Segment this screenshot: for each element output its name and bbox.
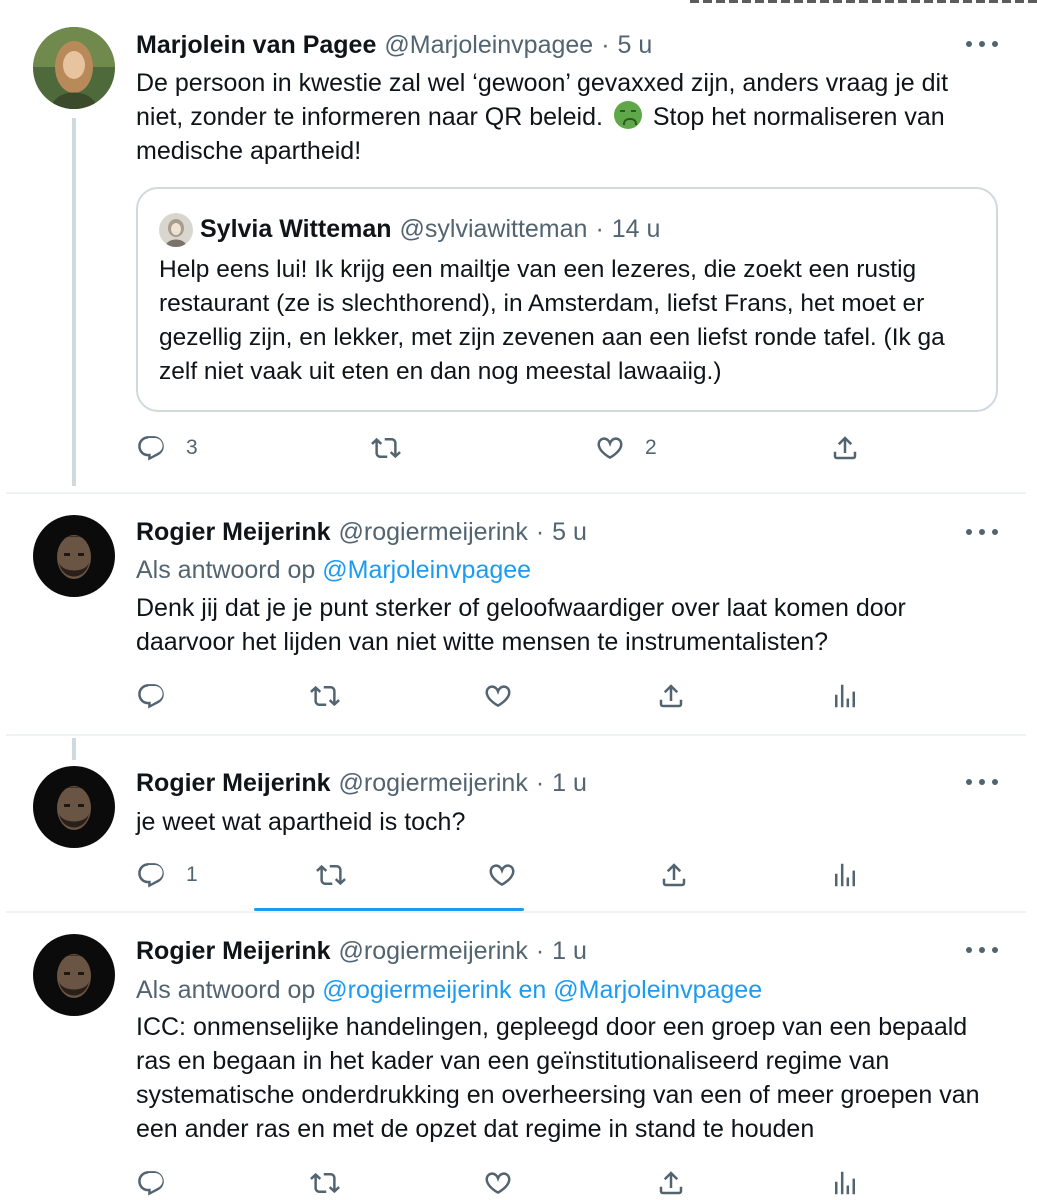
like-icon (487, 860, 517, 890)
display-name[interactable]: Marjolein van Pagee (136, 31, 376, 60)
share-button[interactable] (830, 433, 860, 463)
tweet-text: ICC: onmenselijke handelingen, gepleegd … (136, 1013, 980, 1143)
reply-button[interactable]: 3 (136, 433, 198, 463)
separator-dot: · (595, 214, 604, 243)
more-icon[interactable] (966, 34, 998, 54)
avatar-rogier[interactable] (33, 934, 115, 1016)
timestamp[interactable]: 5 u (552, 518, 587, 547)
share-button[interactable] (656, 681, 686, 711)
tweet-header: Rogier Meijerink @rogiermeijerink · 1 u (136, 766, 587, 800)
tweet-text: Denk jij dat je je punt sterker of geloo… (136, 594, 906, 656)
more-icon[interactable] (966, 772, 998, 792)
mention-link[interactable]: @Marjoleinvpagee (553, 976, 762, 1004)
replying-to: Als antwoord op @rogiermeijerink en @Mar… (136, 973, 762, 1007)
divider (6, 734, 1026, 736)
retweet-button[interactable] (316, 860, 346, 890)
quoted-user-handle: @sylviawitteman (399, 214, 588, 243)
share-button[interactable] (659, 860, 689, 890)
tweet-header: Rogier Meijerink @rogiermeijerink · 1 u (136, 934, 587, 968)
retweet-icon (310, 681, 340, 711)
mention-link[interactable]: @Marjoleinvpagee (322, 556, 531, 584)
avatar-rogier[interactable] (33, 766, 115, 848)
display-name[interactable]: Rogier Meijerink (136, 937, 331, 966)
like-icon (483, 681, 513, 711)
separator-dot: · (601, 30, 610, 59)
reply-button[interactable] (136, 1168, 166, 1198)
analytics-icon (830, 1168, 860, 1198)
retweet-icon (316, 860, 346, 890)
reply-button[interactable]: 1 (136, 860, 198, 890)
like-icon (483, 1168, 513, 1198)
retweet-button[interactable] (310, 681, 340, 711)
like-icon (595, 433, 625, 463)
separator-dot: · (535, 517, 545, 546)
quoted-timestamp: 14 u (611, 214, 661, 243)
retweet-icon (310, 1168, 340, 1198)
display-name[interactable]: Rogier Meijerink (136, 518, 331, 547)
reply-icon (136, 860, 166, 890)
mention-link[interactable]: @rogiermeijerink (322, 976, 511, 1004)
quoted-tweet-header: Sylvia Witteman @sylviawitteman · 14 u (200, 211, 660, 247)
thread-line (72, 738, 76, 760)
user-handle[interactable]: @rogiermeijerink (339, 937, 528, 966)
like-button[interactable] (487, 860, 517, 890)
reply-icon (136, 1168, 166, 1198)
avatar-marjolein[interactable] (33, 27, 115, 109)
reply-count: 1 (186, 863, 198, 886)
like-button[interactable] (483, 681, 513, 711)
share-button[interactable] (656, 1168, 686, 1198)
separator-dot: · (535, 936, 545, 965)
timeline: Marjolein van Pagee @Marjoleinvpagee · 5… (0, 0, 1037, 1200)
replying-to-prefix: Als antwoord op (136, 556, 316, 584)
quoted-tweet[interactable]: Sylvia Witteman @sylviawitteman · 14 u H… (136, 187, 998, 412)
retweet-icon (371, 433, 401, 463)
user-handle[interactable]: @rogiermeijerink (339, 769, 528, 798)
quoted-display-name: Sylvia Witteman (200, 214, 392, 243)
analytics-button[interactable] (830, 1168, 860, 1198)
share-icon (656, 1168, 686, 1198)
share-icon (830, 433, 860, 463)
replying-to-and: en (518, 976, 547, 1004)
tweet-header: Marjolein van Pagee @Marjoleinvpagee · 5… (136, 28, 652, 62)
timestamp[interactable]: 1 u (552, 769, 587, 798)
display-name[interactable]: Rogier Meijerink (136, 769, 331, 798)
retweet-button[interactable] (371, 433, 401, 463)
more-icon[interactable] (966, 522, 998, 542)
retweet-button[interactable] (310, 1168, 340, 1198)
cropped-header-strip (690, 0, 1037, 3)
user-handle[interactable]: @Marjoleinvpagee (384, 31, 593, 60)
reply-count: 3 (186, 436, 198, 459)
share-icon (656, 681, 686, 711)
divider (6, 911, 1026, 913)
replying-to-prefix: Als antwoord op (136, 976, 316, 1004)
like-button[interactable] (483, 1168, 513, 1198)
like-count: 2 (645, 436, 657, 459)
nauseated-face-icon (613, 101, 642, 129)
reply-icon (136, 681, 166, 711)
divider (6, 492, 1026, 494)
thread-line (72, 118, 76, 486)
tweet-text: je weet wat apartheid is toch? (136, 808, 466, 836)
avatar-rogier[interactable] (33, 515, 115, 597)
analytics-button[interactable] (830, 681, 860, 711)
reply-icon (136, 433, 166, 463)
analytics-icon (830, 681, 860, 711)
tweet-header: Rogier Meijerink @rogiermeijerink · 5 u (136, 515, 587, 549)
like-button[interactable]: 2 (595, 433, 657, 463)
timestamp[interactable]: 5 u (618, 31, 653, 60)
more-icon[interactable] (966, 940, 998, 960)
share-icon (659, 860, 689, 890)
timestamp[interactable]: 1 u (552, 937, 587, 966)
separator-dot: · (535, 768, 545, 797)
tweet-text: De persoon in kwestie zal wel ‘gewoon’ g… (136, 66, 996, 168)
analytics-button[interactable] (830, 860, 860, 890)
replying-to: Als antwoord op @Marjoleinvpagee (136, 553, 531, 587)
quoted-tweet-text: Help eens lui! Ik krijg een mailtje van … (159, 256, 945, 385)
reply-button[interactable] (136, 681, 166, 711)
analytics-icon (830, 860, 860, 890)
avatar-sylvia (159, 213, 193, 247)
user-handle[interactable]: @rogiermeijerink (339, 518, 528, 547)
